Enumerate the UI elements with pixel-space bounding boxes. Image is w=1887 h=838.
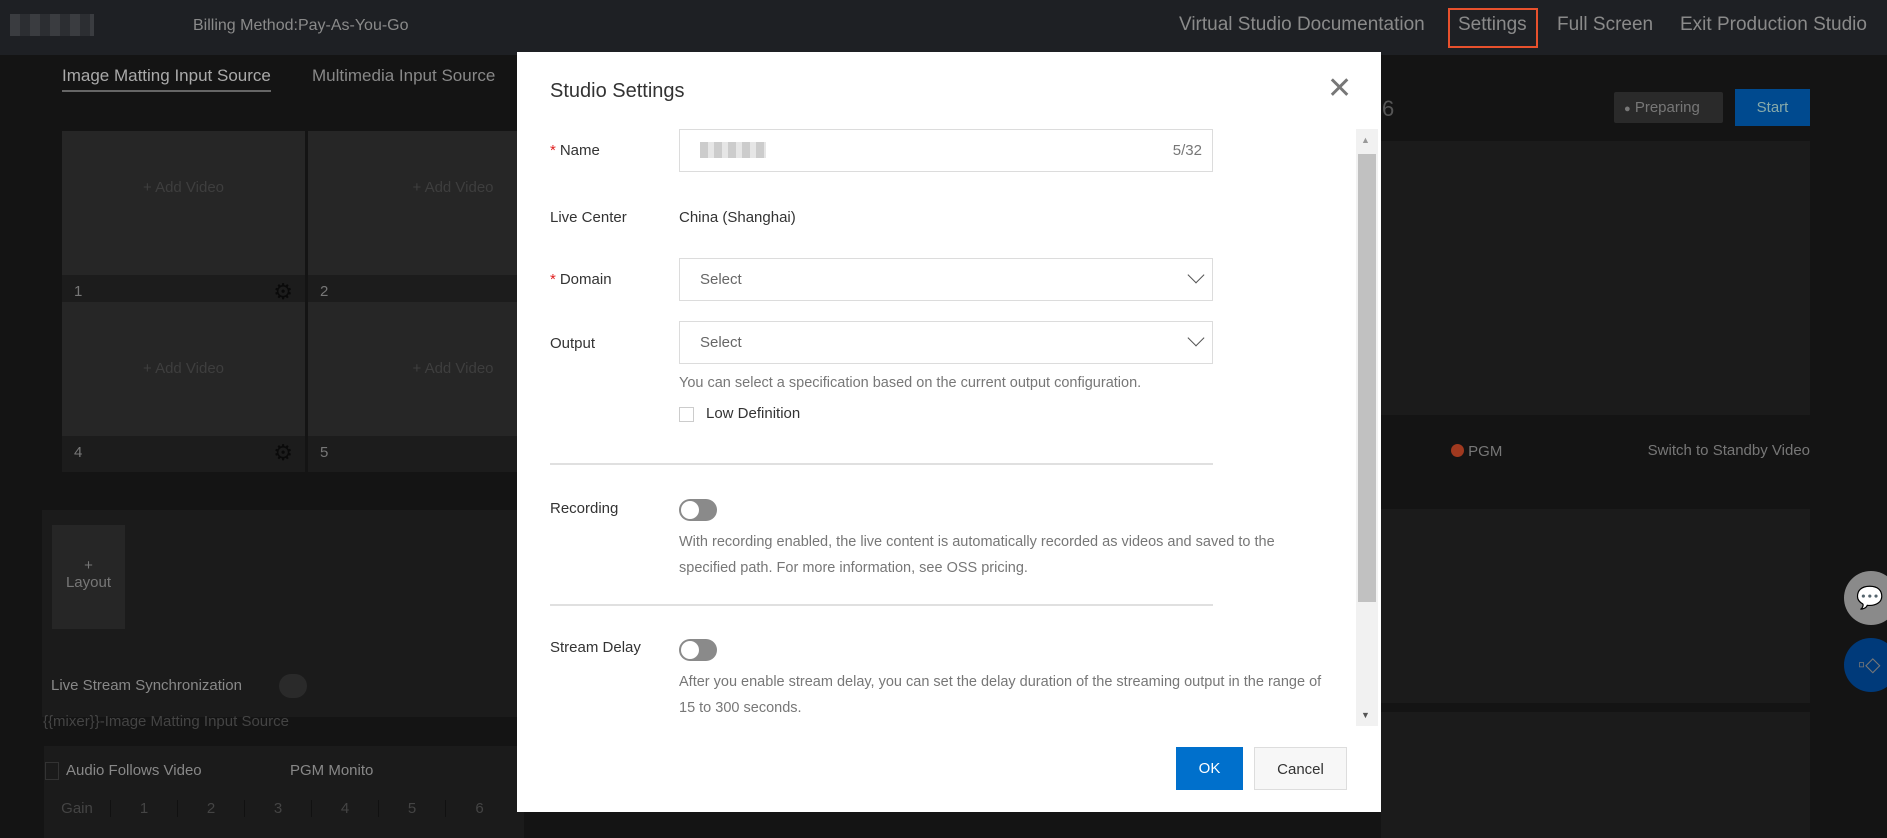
output-select[interactable]: Select xyxy=(679,321,1213,364)
status-badge: ● Preparing xyxy=(1614,92,1723,123)
sync-toggle[interactable] xyxy=(279,674,307,698)
pgm-label: PGM xyxy=(1468,443,1503,460)
gear-icon[interactable]: ⚙ xyxy=(273,440,293,466)
pgm-indicator: PGM xyxy=(1451,443,1502,460)
pgm-monitor-label: PGM Monito xyxy=(290,762,374,779)
audio-follows-label: Audio Follows Video xyxy=(66,762,202,779)
bottom-panel xyxy=(1381,712,1810,838)
tab-multimedia[interactable]: Multimedia Input Source xyxy=(312,66,495,86)
status-text: Preparing xyxy=(1634,99,1700,116)
audio-follows-checkbox[interactable] xyxy=(45,762,59,780)
ok-button[interactable]: OK xyxy=(1176,747,1243,790)
gain-header: Gain xyxy=(44,800,111,817)
gain-row: Gain 1 2 3 4 5 6 xyxy=(44,800,513,817)
chevron-down-icon xyxy=(1187,329,1205,347)
recording-toggle[interactable] xyxy=(679,499,717,521)
dialog-title: Studio Settings xyxy=(550,80,685,102)
layout-label: Layout xyxy=(65,574,112,591)
gain-col: 1 xyxy=(111,800,178,817)
input-tile-5[interactable]: + Add Video 5 xyxy=(308,302,518,472)
low-definition-checkbox[interactable] xyxy=(679,407,694,422)
tile-number: 5 xyxy=(320,444,329,461)
input-tile-1[interactable]: + Add Video 1 ⚙ xyxy=(62,131,305,310)
logo xyxy=(10,14,94,36)
add-video[interactable]: + Add Video xyxy=(62,360,305,377)
recording-description: With recording enabled, the live content… xyxy=(679,534,1275,576)
mixer-title: {{mixer}}-Image Matting Input Source xyxy=(43,713,289,730)
sync-label: Live Stream Synchronization xyxy=(51,677,242,694)
chevron-down-icon xyxy=(1187,266,1205,284)
gain-col: 2 xyxy=(178,800,245,817)
scrollbar-thumb[interactable] xyxy=(1358,154,1376,602)
low-definition-label: Low Definition xyxy=(706,405,801,422)
settings-highlight xyxy=(1448,8,1538,48)
output-placeholder: Select xyxy=(700,334,742,351)
tile-footer: 4 ⚙ xyxy=(62,436,305,472)
live-dot-icon xyxy=(1451,444,1464,457)
name-input[interactable]: 5/32 xyxy=(679,129,1213,172)
billing-method: Billing Method:Pay-As-You-Go xyxy=(193,17,409,34)
studio-title: 6 xyxy=(1382,96,1395,121)
plus-icon: + xyxy=(84,557,93,574)
gain-col: 5 xyxy=(379,800,446,817)
gain-col: 3 xyxy=(245,800,312,817)
scroll-up-icon[interactable]: ▲ xyxy=(1361,135,1370,145)
apps-icon[interactable]: ▫◇ xyxy=(1844,638,1887,692)
close-icon[interactable]: ✕ xyxy=(1327,74,1352,104)
name-value-blurred xyxy=(700,142,766,158)
layout-panel: + Layout Live Stream Synchronization xyxy=(42,510,522,717)
add-layout-button[interactable]: + Layout xyxy=(52,525,125,629)
name-label: * Name xyxy=(550,142,600,159)
input-tile-2[interactable]: + Add Video 2 xyxy=(308,131,518,310)
live-center-value: China (Shanghai) xyxy=(679,209,796,226)
output-hint: You can select a specification based on … xyxy=(679,375,1142,391)
add-video[interactable]: + Add Video xyxy=(62,179,305,196)
preview-panel xyxy=(1381,141,1810,415)
tab-image-matting[interactable]: Image Matting Input Source xyxy=(62,66,271,92)
scrollbar[interactable]: ▲ ▼ xyxy=(1356,129,1378,726)
tile-number: 4 xyxy=(74,444,83,461)
chat-icon[interactable]: 💬 xyxy=(1844,571,1887,625)
stream-delay-label: Stream Delay xyxy=(550,639,641,656)
stream-delay-description: After you enable stream delay, you can s… xyxy=(679,674,1322,716)
domain-placeholder: Select xyxy=(700,271,742,288)
divider xyxy=(550,463,1213,465)
live-center-label: Live Center xyxy=(550,209,627,226)
tile-number: 1 xyxy=(74,283,83,300)
gain-col: 6 xyxy=(475,800,484,817)
tile-footer: 5 xyxy=(308,436,518,472)
domain-select[interactable]: Select xyxy=(679,258,1213,301)
exit-studio-link[interactable]: Exit Production Studio xyxy=(1680,14,1867,36)
domain-label: * Domain xyxy=(550,271,612,288)
output-label: Output xyxy=(550,335,596,352)
studio-settings-dialog: Studio Settings ✕ * Name 5/32 Live Center… xyxy=(517,52,1381,812)
recording-label: Recording xyxy=(550,500,619,517)
char-counter: 5/32 xyxy=(1172,142,1202,159)
full-screen-link[interactable]: Full Screen xyxy=(1557,14,1653,36)
stream-delay-toggle[interactable] xyxy=(679,639,717,661)
add-video[interactable]: + Add Video xyxy=(308,360,518,377)
tile-number: 2 xyxy=(320,283,329,300)
switch-standby-link[interactable]: Switch to Standby Video xyxy=(1648,442,1810,459)
documentation-link[interactable]: Virtual Studio Documentation xyxy=(1179,14,1425,36)
cancel-button[interactable]: Cancel xyxy=(1254,747,1347,790)
top-bar: Billing Method:Pay-As-You-Go Virtual Stu… xyxy=(0,0,1887,55)
gain-col: 4 xyxy=(312,800,379,817)
start-button[interactable]: Start xyxy=(1735,89,1810,126)
scroll-down-icon[interactable]: ▼ xyxy=(1361,710,1370,720)
input-tile-4[interactable]: + Add Video 4 ⚙ xyxy=(62,302,305,472)
audio-panel: Audio Follows Video PGM Monito Gain 1 2 … xyxy=(44,746,524,838)
add-video[interactable]: + Add Video xyxy=(308,179,518,196)
divider xyxy=(550,604,1213,606)
control-panel xyxy=(1381,509,1810,703)
